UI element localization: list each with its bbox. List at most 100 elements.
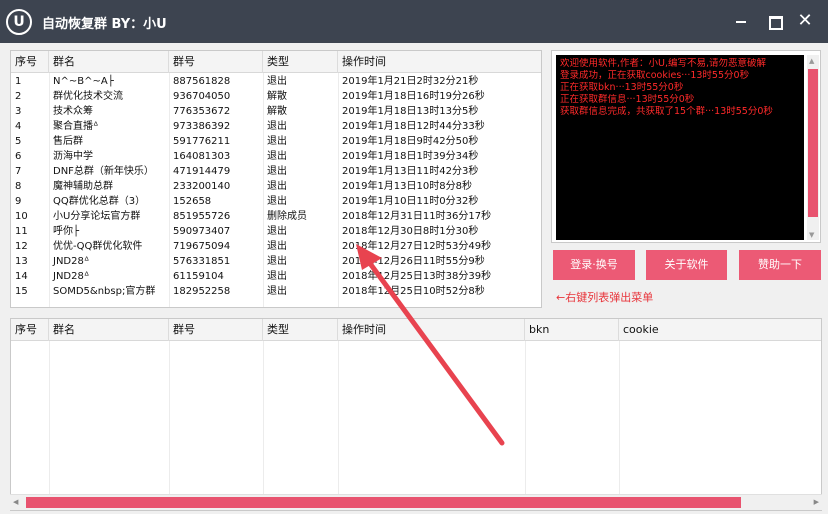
table-row[interactable]: 12 优优-QQ群优化软件 719675094 退出 2018年12月27日12时53分… [11,239,541,254]
log-line: 正在获取群信息···13时55分0秒 [560,94,695,105]
cell-time: 2019年1月18日9时42分50秒 [342,136,479,147]
cell-index: 8 [15,181,22,192]
login-switch-account-button[interactable]: 登录·换号 [553,250,635,280]
cell-group-name: 技术众筹 [53,106,93,117]
cell-group-id: 719675094 [173,241,231,252]
cell-index: 14 [15,271,28,282]
cell-index: 15 [15,286,28,297]
column-header-index[interactable]: 序号 [11,51,49,73]
cell-index: 6 [15,151,22,162]
table-row[interactable]: 7 DNF总群（新年快乐） 471914479 退出 2019年1月13日11时42分3… [11,164,541,179]
scroll-down-icon[interactable]: ▼ [809,231,814,239]
cell-group-name: 小U分享论坛官方群 [53,211,141,222]
cell-group-name: 售后群 [53,136,83,147]
cell-group-id: 776353672 [173,106,231,117]
table-row[interactable]: 6 沥海中学 164081303 退出 2019年1月18日1时39分34秒 [11,149,541,164]
column-header-group-id[interactable]: 群号 [169,51,263,73]
cell-type: 退出 [267,256,287,267]
cell-time: 2018年12月25日10时52分8秒 [342,286,485,297]
cell-time: 2019年1月18日1时39分34秒 [342,151,479,162]
cell-group-id: 973386392 [173,121,231,132]
column-header-group-id[interactable]: 群号 [169,319,263,341]
context-menu-hint: ←右键列表弹出菜单 [556,291,654,304]
table-row[interactable]: 10 小U分享论坛官方群 851955726 删除成员 2018年12月31日11时36… [11,209,541,224]
cell-index: 4 [15,121,22,132]
cell-group-id: 591776211 [173,136,231,147]
table-row[interactable]: 4 聚合直播ᐞ 973386392 退出 2019年1月18日12时44分33秒 [11,119,541,134]
cell-time: 2019年1月13日10时8分8秒 [342,181,472,192]
scroll-right-icon[interactable]: ▶ [814,498,819,506]
cell-group-name: JND28ᐞ [53,271,90,282]
cell-type: 退出 [267,166,287,177]
maximize-button[interactable] [766,12,784,30]
column-header-index[interactable]: 序号 [11,319,49,341]
cell-group-id: 887561828 [173,76,231,87]
horizontal-scrollbar-thumb[interactable] [26,497,741,508]
table-row[interactable]: 9 QQ群优化总群（3） 152658 退出 2019年1月10日11时0分32秒 [11,194,541,209]
cell-group-name: N^~B^~A├ [53,76,114,87]
table-row[interactable]: 14 JND28ᐞ 61159104 退出 2018年12月25日13时38分39秒 [11,269,541,284]
table-row[interactable]: 2 群优化技术交流 936704050 解散 2019年1月18日16时19分26秒 [11,89,541,104]
log-scrollbar[interactable]: ▲ ▼ [807,55,819,240]
cell-type: 删除成员 [267,211,307,222]
cell-index: 10 [15,211,28,222]
cell-group-id: 61159104 [173,271,224,282]
column-divider [338,341,339,495]
cell-index: 13 [15,256,28,267]
column-header-group-name[interactable]: 群名 [49,319,169,341]
column-header-time[interactable]: 操作时间 [338,51,541,73]
column-header-type[interactable]: 类型 [263,51,338,73]
about-software-button[interactable]: 关于软件 [646,250,727,280]
sponsor-button[interactable]: 赞助一下 [739,250,821,280]
cell-group-name: DNF总群（新年快乐） [53,166,154,177]
cell-group-id: 576331851 [173,256,231,267]
close-button[interactable]: ✕ [796,12,814,30]
cell-type: 退出 [267,121,287,132]
cell-time: 2019年1月21日2时32分21秒 [342,76,479,87]
cell-index: 11 [15,226,28,237]
table-row[interactable]: 8 魔神辅助总群 233200140 退出 2019年1月13日10时8分8秒 [11,179,541,194]
cell-group-id: 152658 [173,196,212,207]
table-row[interactable]: 3 技术众筹 776353672 解散 2019年1月18日13时13分5秒 [11,104,541,119]
scroll-left-icon[interactable]: ◀ [13,498,18,506]
column-divider [525,341,526,495]
cell-group-name: 聚合直播ᐞ [53,121,99,132]
cell-group-name: QQ群优化总群（3） [53,196,146,207]
log-line: 正在获取bkn···13时55分0秒 [560,82,684,93]
table-row[interactable]: 15 SOMD5&nbsp;官方群 182952258 退出 2018年12月25日10… [11,284,541,299]
minimize-button[interactable] [733,12,751,30]
main-window: U 自动恢复群 BY：小U ✕ 序号 群名 群号 类型 操作时间 1 N^~B^~… [0,0,828,514]
cell-type: 退出 [267,196,287,207]
cell-group-id: 851955726 [173,211,231,222]
table-row[interactable]: 5 售后群 591776211 退出 2019年1月18日9时42分50秒 [11,134,541,149]
title-bar[interactable]: U 自动恢复群 BY：小U ✕ [0,0,828,43]
window-title: 自动恢复群 BY：小U [42,17,167,32]
table-row[interactable]: 11 呼你├ 590973407 退出 2018年12月30日8时1分30秒 [11,224,541,239]
column-header-group-name[interactable]: 群名 [49,51,169,73]
column-header-time[interactable]: 操作时间 [338,319,525,341]
group-list-table[interactable]: 序号 群名 群号 类型 操作时间 1 N^~B^~A├ 887561828 退出 201… [10,50,542,308]
horizontal-scrollbar[interactable]: ◀ ▶ [10,494,822,510]
cell-type: 退出 [267,286,287,297]
cell-type: 解散 [267,106,287,117]
cell-index: 1 [15,76,22,87]
column-divider [263,341,264,495]
cell-index: 7 [15,166,22,177]
recovery-table[interactable]: 序号 群名 群号 类型 操作时间 bkn cookie [10,318,822,511]
cell-type: 退出 [267,181,287,192]
column-header-bkn[interactable]: bkn [525,319,619,341]
scroll-up-icon[interactable]: ▲ [809,57,814,65]
log-line: 欢迎使用软件,作者：小U,编写不易,请勿恶意破解 [560,58,767,69]
table-row[interactable]: 13 JND28ᐞ 576331851 退出 2018年12月26日11时55分9秒 [11,254,541,269]
cell-index: 5 [15,136,22,147]
log-scrollbar-thumb[interactable] [808,69,818,217]
cell-time: 2018年12月27日12时53分49秒 [342,241,492,252]
table-row[interactable]: 1 N^~B^~A├ 887561828 退出 2019年1月21日2时32分21秒 [11,74,541,89]
cell-group-name: JND28ᐞ [53,256,90,267]
column-header-type[interactable]: 类型 [263,319,338,341]
cell-group-name: 呼你├ [53,226,80,237]
cell-type: 退出 [267,151,287,162]
column-header-cookie[interactable]: cookie [619,319,821,341]
cell-group-id: 182952258 [173,286,231,297]
cell-type: 退出 [267,136,287,147]
